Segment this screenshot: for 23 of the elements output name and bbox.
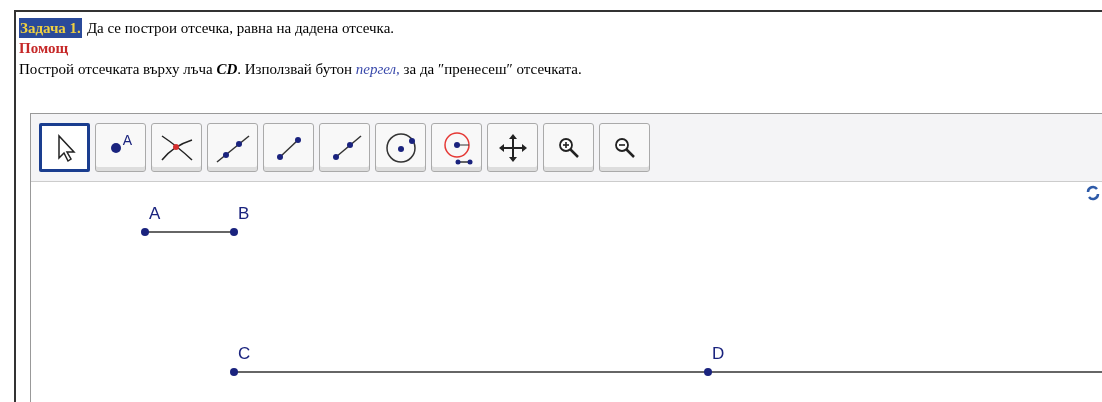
point-label: B	[238, 205, 250, 223]
refresh-icon[interactable]	[1086, 185, 1100, 201]
point-label: A	[122, 131, 133, 150]
tool-button[interactable]: A	[95, 123, 146, 172]
tool-button[interactable]	[375, 123, 426, 172]
task-text: Да се построи отсечка, равна на дадена отсечка.	[86, 19, 395, 38]
task-label: Задача 1.	[19, 18, 82, 38]
tool-button[interactable]	[39, 123, 90, 172]
point-label: D	[712, 345, 725, 363]
point-label: C	[238, 345, 251, 363]
instruction-text: Построй отсечката върху лъча CD. Използвай бутон пергел, за да ″пренесеш″ отсечката.	[19, 60, 582, 79]
tool-button[interactable]	[319, 123, 370, 172]
tool-button[interactable]	[207, 123, 258, 172]
point-label: A	[149, 205, 161, 223]
help-heading: Помощ	[19, 39, 69, 58]
compass-link[interactable]: пергел,	[355, 61, 400, 77]
point-icon	[108, 140, 123, 155]
tool-button[interactable]	[431, 123, 482, 172]
tool-button[interactable]	[151, 123, 202, 172]
tool-button[interactable]	[599, 123, 650, 172]
tool-button[interactable]	[487, 123, 538, 172]
tool-button[interactable]	[543, 123, 594, 172]
tool-button[interactable]	[263, 123, 314, 172]
